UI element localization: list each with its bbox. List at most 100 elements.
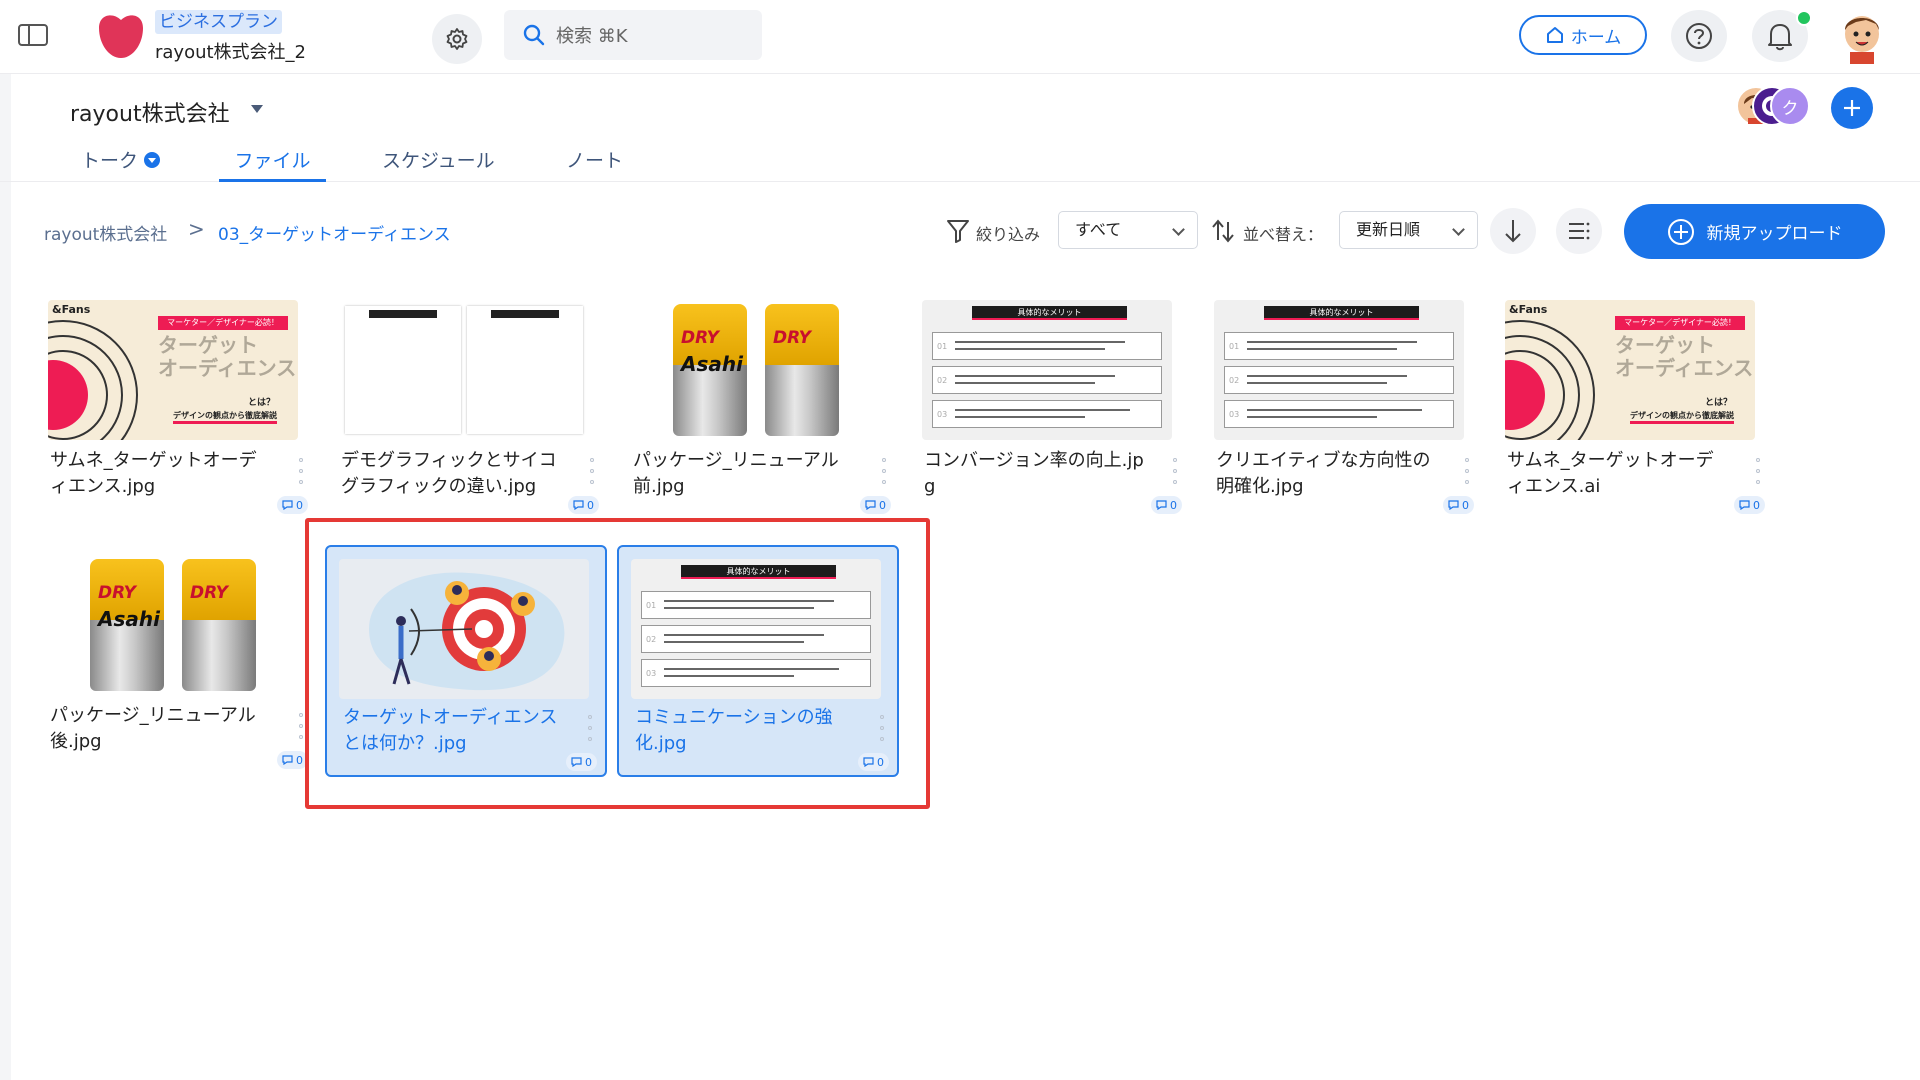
comment-icon <box>282 500 293 510</box>
tab-label: トーク <box>81 150 139 172</box>
comment-count-badge[interactable]: 0 <box>566 753 597 771</box>
tab-bar: トーク ファイル スケジュール ノート <box>0 138 1920 182</box>
comment-count-badge[interactable]: 0 <box>1734 496 1765 514</box>
breadcrumb-current[interactable]: 03_ターゲットオーディエンス <box>218 220 451 245</box>
notification-badge <box>1796 10 1812 26</box>
plus-icon <box>1844 100 1860 116</box>
file-name[interactable]: サムネ_ターゲットオーディエンス.jpg <box>50 448 270 500</box>
file-card[interactable]: DRY Asahi DRY パッケージ_リニューアル後.jpg 0 <box>34 545 316 777</box>
plan-badge: ビジネスプラン <box>155 10 282 34</box>
breadcrumb-separator-icon: > <box>188 217 205 241</box>
tab-label: ファイル <box>234 150 311 172</box>
chevron-down-icon <box>1452 223 1465 236</box>
tab-label: スケジュール <box>382 150 495 172</box>
sidebar-toggle-icon[interactable] <box>17 22 49 48</box>
more-options-icon[interactable] <box>1464 458 1470 484</box>
file-name[interactable]: ターゲットオーディエンスとは何か？.jpg <box>343 705 563 757</box>
file-name[interactable]: パッケージ_リニューアル前.jpg <box>633 448 853 500</box>
file-name[interactable]: クリエイティブな方向性の明確化.jpg <box>1216 448 1436 500</box>
comment-icon <box>571 757 582 767</box>
thumbnail <box>339 300 589 440</box>
comment-icon <box>282 755 293 765</box>
search-placeholder: 検索 ⌘K <box>556 26 628 47</box>
file-name[interactable]: コミュニケーションの強化.jpg <box>635 705 855 757</box>
comment-count-badge[interactable]: 0 <box>568 496 599 514</box>
add-member-button[interactable] <box>1831 87 1873 129</box>
home-button[interactable]: ホーム <box>1519 15 1647 55</box>
file-card[interactable]: ターゲットオーディエンスとは何か？.jpg 0 <box>325 545 607 777</box>
comment-icon <box>1156 500 1167 510</box>
member-avatar-initial: ク <box>1770 86 1810 126</box>
thumbnail: 具体的なメリット 01 02 03 <box>1214 300 1464 440</box>
filter-label: 絞り込み <box>976 225 1041 244</box>
thumbnail: 具体的なメリット 01 02 03 <box>922 300 1172 440</box>
thumbnail: DRY Asahi DRY <box>631 300 881 440</box>
file-card[interactable]: &Fans マーケター／デザイナー必読！ ターゲット オーディエンス とは？ デザ… <box>1491 290 1773 522</box>
sort-direction-button[interactable] <box>1490 208 1536 254</box>
tab-schedule[interactable]: スケジュール <box>382 146 495 182</box>
more-options-icon[interactable] <box>587 715 593 741</box>
app-logo-icon[interactable] <box>95 10 147 62</box>
file-name[interactable]: サムネ_ターゲットオーディエンス.ai <box>1507 448 1727 500</box>
sort-select[interactable]: 更新日順 <box>1339 211 1478 249</box>
org-name[interactable]: rayout株式会社_2 <box>155 38 306 64</box>
file-card[interactable]: 具体的なメリット 01 02 03 クリエイティブな方向性の明確化.jpg 0 <box>1200 290 1482 522</box>
comment-count: 0 <box>585 755 592 769</box>
tab-files[interactable]: ファイル <box>219 146 326 182</box>
file-name[interactable]: パッケージ_リニューアル後.jpg <box>50 703 270 755</box>
comment-count-badge[interactable]: 0 <box>277 751 308 769</box>
member-avatars[interactable]: ク <box>1736 86 1812 130</box>
comment-icon <box>863 757 874 767</box>
breadcrumb-root[interactable]: rayout株式会社 <box>44 220 167 245</box>
thumbnail <box>339 559 589 699</box>
sort-icon <box>1212 219 1234 243</box>
file-card[interactable]: DRY Asahi DRY パッケージ_リニューアル前.jpg 0 <box>617 290 899 522</box>
help-button[interactable] <box>1671 10 1727 62</box>
more-options-icon[interactable] <box>881 458 887 484</box>
comment-count-badge[interactable]: 0 <box>277 496 308 514</box>
file-name[interactable]: コンバージョン率の向上.jpg <box>924 448 1144 500</box>
bell-icon <box>1768 24 1792 51</box>
more-options-icon[interactable] <box>298 458 304 484</box>
home-button-label: ホーム <box>1570 27 1622 48</box>
comment-icon <box>865 500 876 510</box>
tab-talk[interactable]: トーク <box>81 146 161 182</box>
comment-icon <box>1739 500 1750 510</box>
search-input[interactable]: 検索 ⌘K <box>504 10 762 60</box>
top-bar: ビジネスプラン rayout株式会社_2 検索 ⌘K ホーム <box>0 0 1920 74</box>
chevron-down-icon[interactable] <box>144 152 161 168</box>
file-card[interactable]: 具体的なメリット 01 02 03 コンバージョン率の向上.jpg 0 <box>908 290 1190 522</box>
thumbnail: DRY Asahi DRY <box>48 555 298 695</box>
more-options-icon[interactable] <box>1755 458 1761 484</box>
workspace-name[interactable]: rayout株式会社 <box>70 96 230 128</box>
home-icon <box>1546 27 1563 43</box>
comment-count-badge[interactable]: 0 <box>1443 496 1474 514</box>
file-card[interactable]: &Fans マーケター／デザイナー必読！ ターゲット オーディエンス とは？ デザ… <box>34 290 316 522</box>
filter-select[interactable]: すべて <box>1058 211 1198 249</box>
comment-count: 0 <box>1462 498 1469 512</box>
comment-icon <box>573 500 584 510</box>
comment-icon <box>1448 500 1459 510</box>
more-options-icon[interactable] <box>589 458 595 484</box>
filter-icon <box>947 220 969 243</box>
tab-label: ノート <box>566 150 624 172</box>
comment-count-badge[interactable]: 0 <box>1151 496 1182 514</box>
comment-count-badge[interactable]: 0 <box>858 753 889 771</box>
tab-notes[interactable]: ノート <box>566 146 623 182</box>
user-avatar[interactable] <box>1836 8 1888 64</box>
more-options-icon[interactable] <box>1172 458 1178 484</box>
plus-circle-icon <box>1667 218 1694 245</box>
file-card[interactable]: 具体的なメリット 01 02 03 コミュニケーションの強化.jpg 0 <box>617 545 899 777</box>
workspace-dropdown-icon[interactable] <box>251 105 263 113</box>
more-options-icon[interactable] <box>298 713 304 739</box>
file-name[interactable]: デモグラフィックとサイコグラフィックの違い.jpg <box>341 448 561 500</box>
view-toggle-button[interactable] <box>1556 208 1602 254</box>
settings-button[interactable] <box>432 14 482 64</box>
sort-label: 並べ替え： <box>1243 225 1324 244</box>
comment-count: 0 <box>587 498 594 512</box>
file-card[interactable]: デモグラフィックとサイコグラフィックの違い.jpg 0 <box>325 290 607 522</box>
new-upload-button[interactable]: 新規アップロード <box>1624 204 1885 259</box>
more-options-icon[interactable] <box>879 715 885 741</box>
comment-count-badge[interactable]: 0 <box>860 496 891 514</box>
thumbnail: &Fans マーケター／デザイナー必読！ ターゲット オーディエンス とは？ デザ… <box>1505 300 1755 440</box>
